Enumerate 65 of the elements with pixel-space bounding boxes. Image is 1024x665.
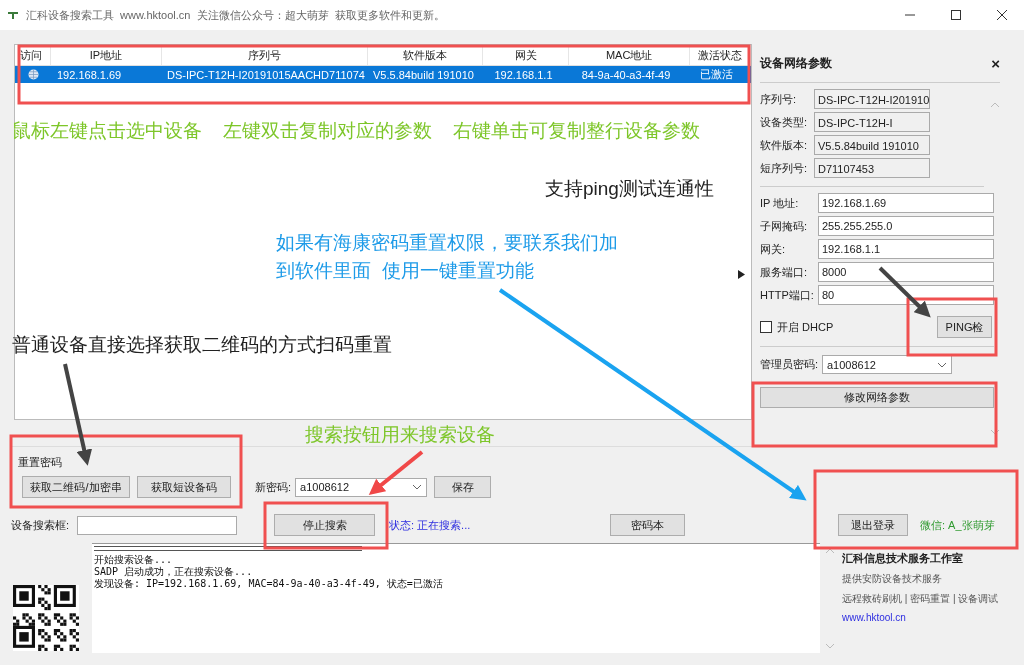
table-cell-text: 84-9a-40-a3-4f-49 [580, 68, 672, 81]
readonly-field: D71107453 [814, 158, 930, 178]
codebook-button[interactable]: 密码本 [610, 514, 685, 536]
annotation-text: 搜索按钮用来搜索设备 [305, 424, 495, 447]
annotation-text: 支持ping测试连通性 [545, 178, 714, 201]
window-title: 汇科设备搜索工具 www.hktool.cn 关注微信公众号：超大萌芽 获取更多软件和更新。 [26, 7, 445, 23]
column-header[interactable]: MAC地址 [569, 45, 691, 65]
field-label: 软件版本: [760, 137, 809, 153]
log-line: SADP 启动成功，正在搜索设备... [94, 566, 254, 578]
table-cell-text: DS-IPC-T12H-I20191015AACHD711074 [166, 68, 366, 81]
input-field[interactable]: 255.255.255.0 [818, 216, 994, 236]
field-label: 设备搜索框: [11, 517, 71, 533]
field-label: 短序列号: [760, 160, 809, 176]
studio-title: 汇科信息技术服务工作室 [842, 551, 964, 566]
input-field[interactable]: 192.168.1.69 [818, 193, 994, 213]
column-header[interactable]: 网关 [483, 45, 570, 65]
save-button[interactable]: 保存 [434, 476, 492, 498]
field-label: 新密码: [255, 479, 292, 495]
group-title: 重置密码 [18, 455, 62, 470]
annotation-text: 普通设备直接选择获取二维码的方式扫码重置 [12, 334, 392, 357]
info-text: 提供安防设备技术服务 [842, 572, 943, 586]
field-label: 序列号: [760, 91, 798, 107]
website-link[interactable]: www.hktool.cn [842, 612, 1024, 623]
table-cell-text: 192.168.1.1 [493, 68, 554, 81]
short-code-button[interactable]: 获取短设备码 [137, 476, 231, 498]
checkbox-label: 开启 DHCP [777, 319, 834, 335]
field-label: 服务端口: [760, 264, 809, 280]
apply-button[interactable]: 修改网络参数 [760, 387, 994, 408]
input-field[interactable]: 8000 [818, 262, 994, 282]
column-header[interactable]: IP地址 [50, 45, 162, 65]
column-header[interactable]: 激活状态 [690, 45, 751, 65]
field-label: IP 地址: [760, 195, 800, 211]
field-label: 子网掩码: [760, 218, 809, 234]
table-cell-text: 已激活 [698, 67, 734, 82]
log-line: 发现设备: IP=192.168.1.69, MAC=84-9a-40-a3-4f-49, 状态=已激活 [94, 578, 444, 590]
input-field[interactable]: 192.168.1.1 [818, 239, 994, 259]
readonly-field: DS-IPC-T12H-I201910 [814, 89, 930, 109]
annotation-text: 鼠标左键点击选中设备 左键双击复制对应的参数 右键单击可复制整行设备参数 [12, 120, 701, 143]
annotation-text: 如果有海康密码重置权限，要联系我们加 [276, 232, 618, 255]
field-label: 设备类型: [760, 114, 809, 130]
readonly-field: DS-IPC-T12H-I [814, 112, 930, 132]
field-label: 网关: [760, 241, 787, 257]
table-cell-text: V5.5.84build 191010 [372, 68, 475, 81]
wechat-text: 微信: A_张萌芽 [920, 517, 995, 533]
annotation-text: 到软件里面 使用一键重置功能 [276, 260, 534, 283]
panel-title: 设备网络参数 [760, 54, 832, 72]
close-button[interactable]: × [991, 54, 1000, 72]
device-row[interactable]: 192.168.1.69 DS-IPC-T12H-I20191015AACHD711074 V5.5.84build 191010 192.168.1.1 84-9a-40-a3-4f-49 已激活 [15, 66, 751, 83]
column-header[interactable]: 访问 [15, 45, 51, 65]
new-password-dropdown[interactable]: a1008612 [295, 477, 428, 497]
log-line: 开始搜索设备... [94, 554, 174, 566]
table-cell-text: 192.168.1.69 [56, 68, 123, 81]
readonly-field: V5.5.84build 191010 [814, 135, 930, 155]
ping-button[interactable]: PING检 [937, 316, 992, 338]
input-field[interactable]: 80 [818, 285, 994, 305]
status-text: 状态: 正在搜索... [389, 517, 472, 533]
column-header[interactable]: 序列号 [161, 45, 368, 65]
password-dropdown[interactable]: a1008612 [822, 355, 952, 374]
stop-search-button[interactable]: 停止搜索 [274, 514, 375, 536]
info-text: 远程救砖刷机 | 密码重置 | 设备调试 [842, 592, 1000, 606]
field-label: 管理员密码: [760, 357, 820, 372]
qr-code-button[interactable]: 获取二维码/加密串 [22, 476, 130, 498]
field-label: HTTP端口: [760, 287, 815, 303]
logout-button[interactable]: 退出登录 [838, 514, 908, 536]
column-header[interactable]: 软件版本 [367, 45, 484, 65]
